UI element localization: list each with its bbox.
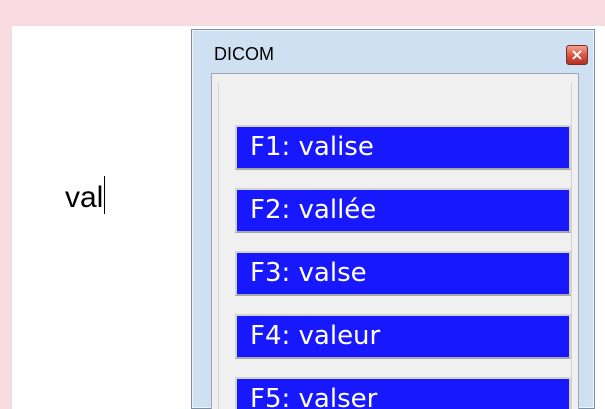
suggestion-panel: F1: valise F2: vallée F3: valse F4: vale… (218, 83, 572, 409)
suggestion-f5[interactable]: F5: valser (235, 377, 571, 409)
suggestion-f3[interactable]: F3: valse (235, 251, 571, 296)
suggestion-f1[interactable]: F1: valise (235, 125, 571, 170)
suggestion-label: F3: valse (250, 258, 367, 288)
close-icon: × (570, 45, 584, 64)
suggestion-label: F5: valser (250, 384, 378, 409)
typed-word[interactable]: val (65, 176, 106, 219)
typed-text: val (65, 181, 104, 214)
text-cursor (104, 176, 106, 214)
close-button[interactable]: × (566, 45, 588, 65)
suggestion-f2[interactable]: F2: vallée (235, 188, 571, 233)
partial-top-text (16, 0, 436, 8)
suggestion-label: F1: valise (250, 132, 374, 162)
dicom-dialog: DICOM × F1: valise F2: vallée F3: valse … (191, 29, 595, 409)
suggestion-label: F4: valeur (250, 321, 381, 351)
suggestion-f4[interactable]: F4: valeur (235, 314, 571, 359)
suggestion-label: F2: vallée (250, 195, 377, 225)
dialog-title: DICOM (214, 44, 274, 64)
